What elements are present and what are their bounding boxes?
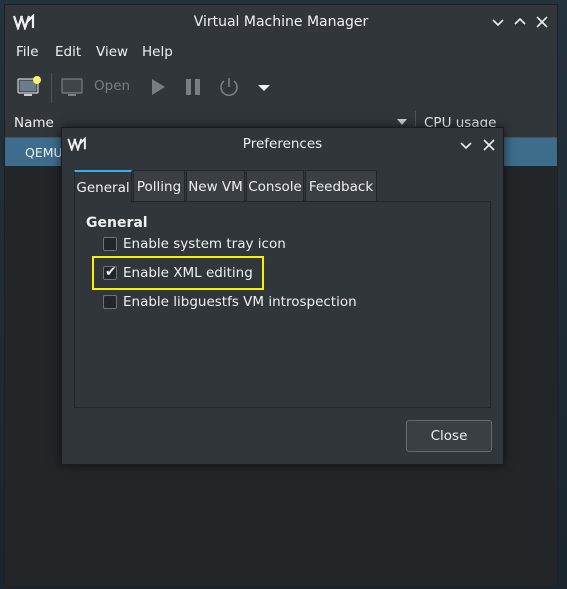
new-vm-icon[interactable] bbox=[16, 75, 42, 99]
minimize-chevron-down-icon[interactable] bbox=[489, 13, 507, 31]
maximize-chevron-up-icon[interactable] bbox=[511, 13, 529, 31]
menu-file[interactable]: File bbox=[16, 44, 39, 60]
section-title: General bbox=[86, 215, 148, 231]
menubar: File Edit View Help bbox=[5, 39, 557, 65]
close-button[interactable]: Close bbox=[406, 420, 492, 452]
tab-polling[interactable]: Polling bbox=[133, 170, 185, 202]
tab-new-vm[interactable]: New VM bbox=[186, 170, 245, 202]
dialog-minimize-chevron-down-icon[interactable] bbox=[457, 136, 475, 154]
toolbar-separator bbox=[51, 73, 52, 103]
toolbar: Open bbox=[5, 65, 557, 110]
tab-feedback[interactable]: Feedback bbox=[305, 170, 377, 202]
dialog-close-icon[interactable] bbox=[480, 136, 498, 154]
tab-general[interactable]: General bbox=[74, 170, 132, 203]
dialog-title: Preferences bbox=[242, 136, 323, 152]
open-vm-monitor-icon[interactable] bbox=[60, 75, 86, 99]
open-button-label[interactable]: Open bbox=[94, 78, 130, 94]
close-icon[interactable] bbox=[533, 13, 551, 31]
libguestfs-label: Enable libguestfs VM introspection bbox=[123, 294, 357, 310]
play-icon[interactable] bbox=[145, 75, 171, 99]
general-tab-panel: General Enable system tray icon ✔ Enable… bbox=[74, 201, 491, 408]
window-title: Virtual Machine Manager bbox=[193, 14, 369, 30]
power-menu-dropdown-icon[interactable] bbox=[251, 75, 277, 99]
highlight-annotation-box bbox=[92, 256, 264, 290]
tab-console[interactable]: Console bbox=[246, 170, 304, 202]
preferences-dialog: Preferences General Polling New VM Conso… bbox=[61, 127, 504, 465]
menu-edit[interactable]: Edit bbox=[55, 44, 81, 60]
column-name-header[interactable]: Name bbox=[14, 115, 54, 131]
system-tray-label: Enable system tray icon bbox=[123, 236, 286, 252]
window-titlebar[interactable]: Virtual Machine Manager bbox=[5, 5, 557, 39]
libguestfs-checkbox[interactable] bbox=[103, 295, 117, 309]
system-tray-checkbox[interactable] bbox=[103, 237, 117, 251]
menu-help[interactable]: Help bbox=[142, 44, 173, 60]
column-sort-chevron-down-icon[interactable] bbox=[397, 119, 407, 125]
power-icon[interactable] bbox=[216, 75, 242, 99]
pause-icon[interactable] bbox=[180, 75, 206, 99]
menu-view[interactable]: View bbox=[96, 44, 128, 60]
